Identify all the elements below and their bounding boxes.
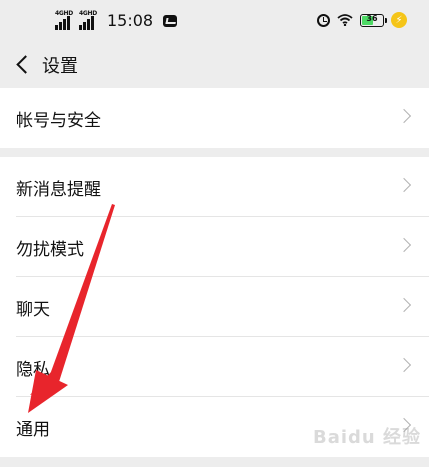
status-bar: 4GHD 4GHD 15:08 36 ⚡	[0, 0, 429, 42]
settings-group-account: 帐号与安全	[0, 88, 429, 148]
settings-item-label: 通用	[16, 419, 50, 440]
page-title: 设置	[42, 56, 78, 77]
alarm-icon	[317, 13, 330, 27]
signal-icon: 4GHD	[55, 9, 75, 30]
settings-item-label: 聊天	[16, 299, 50, 320]
chevron-right-icon	[396, 177, 412, 193]
chevron-right-icon	[396, 357, 412, 373]
settings-item-account-security[interactable]: 帐号与安全	[0, 88, 429, 148]
signal-label: 4GHD	[55, 9, 73, 17]
settings-item-label: 新消息提醒	[16, 179, 101, 200]
message-notification-icon	[163, 14, 178, 27]
settings-item-label: 隐私	[16, 359, 50, 380]
chevron-right-icon	[396, 297, 412, 313]
watermark: Baidu 经验	[312, 427, 421, 448]
settings-group-main: 新消息提醒 勿扰模式 聊天 隐私 通用	[0, 157, 429, 457]
chevron-right-icon	[396, 237, 412, 253]
status-time: 15:08	[107, 11, 154, 30]
charging-icon: ⚡	[391, 12, 407, 28]
back-arrow-icon[interactable]	[10, 50, 38, 78]
settings-item-new-message-notification[interactable]: 新消息提醒	[0, 157, 429, 217]
nav-bar: 设置	[0, 42, 429, 86]
settings-item-privacy[interactable]: 隐私	[0, 337, 429, 397]
signal-label: 4GHD	[79, 9, 97, 17]
status-right: 36 ⚡	[317, 12, 407, 28]
battery-level: 36	[366, 13, 378, 23]
settings-item-chat[interactable]: 聊天	[0, 277, 429, 337]
settings-item-do-not-disturb[interactable]: 勿扰模式	[0, 217, 429, 277]
settings-item-label: 勿扰模式	[16, 239, 84, 260]
wifi-icon	[337, 14, 353, 26]
chevron-right-icon	[396, 108, 412, 124]
settings-item-label: 帐号与安全	[16, 110, 101, 131]
battery-icon: 36	[360, 13, 387, 27]
status-left: 4GHD 4GHD 15:08	[55, 9, 178, 30]
signal-icon: 4GHD	[79, 9, 99, 30]
